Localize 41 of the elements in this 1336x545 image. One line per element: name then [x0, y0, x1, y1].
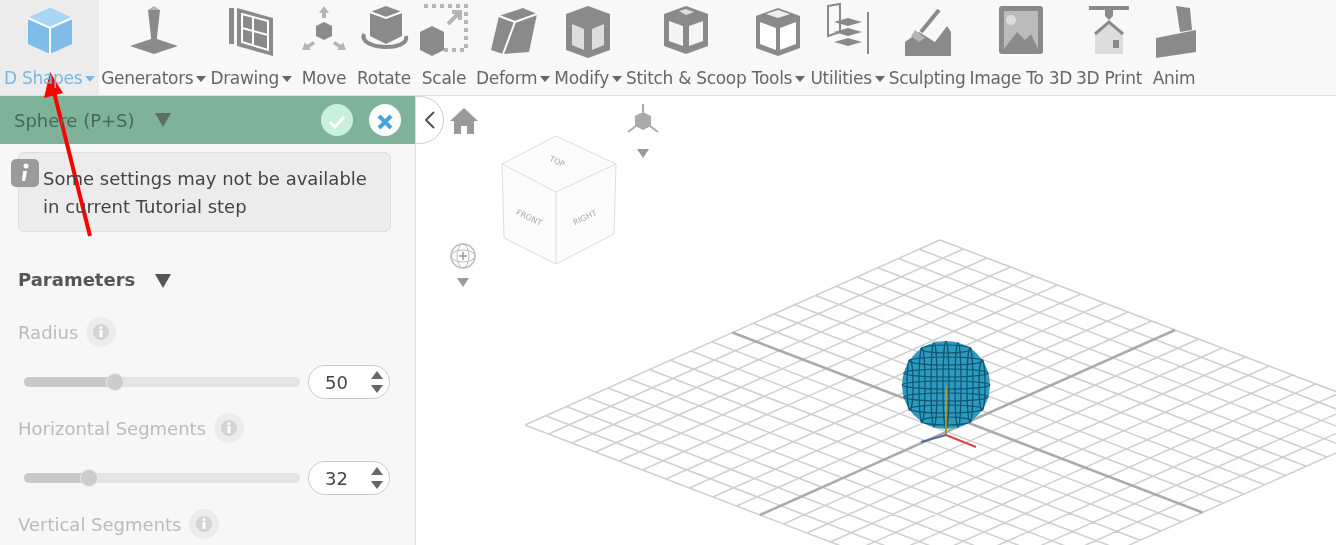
toolbar-button[interactable]: Deform	[473, 0, 553, 95]
number-field[interactable]: 50	[308, 365, 390, 399]
axes-drawing	[920, 386, 977, 448]
close-button[interactable]	[369, 104, 401, 136]
toolbar-button[interactable]: Modify	[552, 0, 624, 95]
section-title[interactable]: Parameters	[18, 266, 136, 293]
toolbar-button[interactable]: Image To 3D	[967, 0, 1074, 95]
toolbar-button[interactable]: Move	[293, 0, 354, 95]
param-label: Vertical Segments	[18, 512, 182, 537]
toolbar-button[interactable]: Generators	[99, 0, 209, 95]
confirm-button[interactable]	[321, 104, 353, 136]
caret-icon[interactable]	[457, 278, 469, 287]
toolbar-button[interactable]: Rotate	[353, 0, 414, 95]
toolbar-button[interactable]: Drawing	[208, 0, 294, 95]
toolbar-button[interactable]: Stitch & Scoop	[623, 0, 749, 95]
info-icon[interactable]	[189, 509, 220, 539]
stepper-arrows-icon[interactable]	[371, 465, 383, 491]
globe-icon[interactable]	[450, 243, 476, 269]
toolbar-button[interactable]: Tools	[748, 0, 809, 95]
sphere-drawing[interactable]	[901, 340, 991, 430]
toolbar-button[interactable]: 3D Print	[1074, 0, 1144, 95]
chevron-left-icon	[425, 111, 435, 129]
param-label: Radius	[18, 320, 79, 345]
toolbar-button[interactable]: Sculpting	[886, 0, 968, 95]
toolbar-button[interactable]: Scale	[413, 0, 474, 95]
axis-cube-icon[interactable]	[626, 104, 660, 136]
toolbar-button[interactable]: Anim	[1144, 0, 1204, 95]
number-field[interactable]: 32	[308, 461, 390, 495]
home-icon[interactable]	[450, 108, 478, 134]
stepper-arrows-icon[interactable]	[371, 369, 383, 395]
toolbar-button[interactable]: Utilities	[808, 0, 887, 95]
info-icon	[11, 159, 39, 187]
param-label: Horizontal Segments	[18, 416, 206, 441]
check-icon	[328, 114, 346, 129]
close-icon	[377, 113, 393, 130]
caret-icon[interactable]	[637, 149, 649, 158]
info-icon[interactable]	[214, 413, 244, 443]
slider-thumb[interactable]	[106, 373, 125, 391]
dropdown-triangle-icon[interactable]	[155, 273, 172, 288]
info-icon[interactable]	[86, 317, 117, 347]
slider-thumb[interactable]	[79, 469, 98, 487]
